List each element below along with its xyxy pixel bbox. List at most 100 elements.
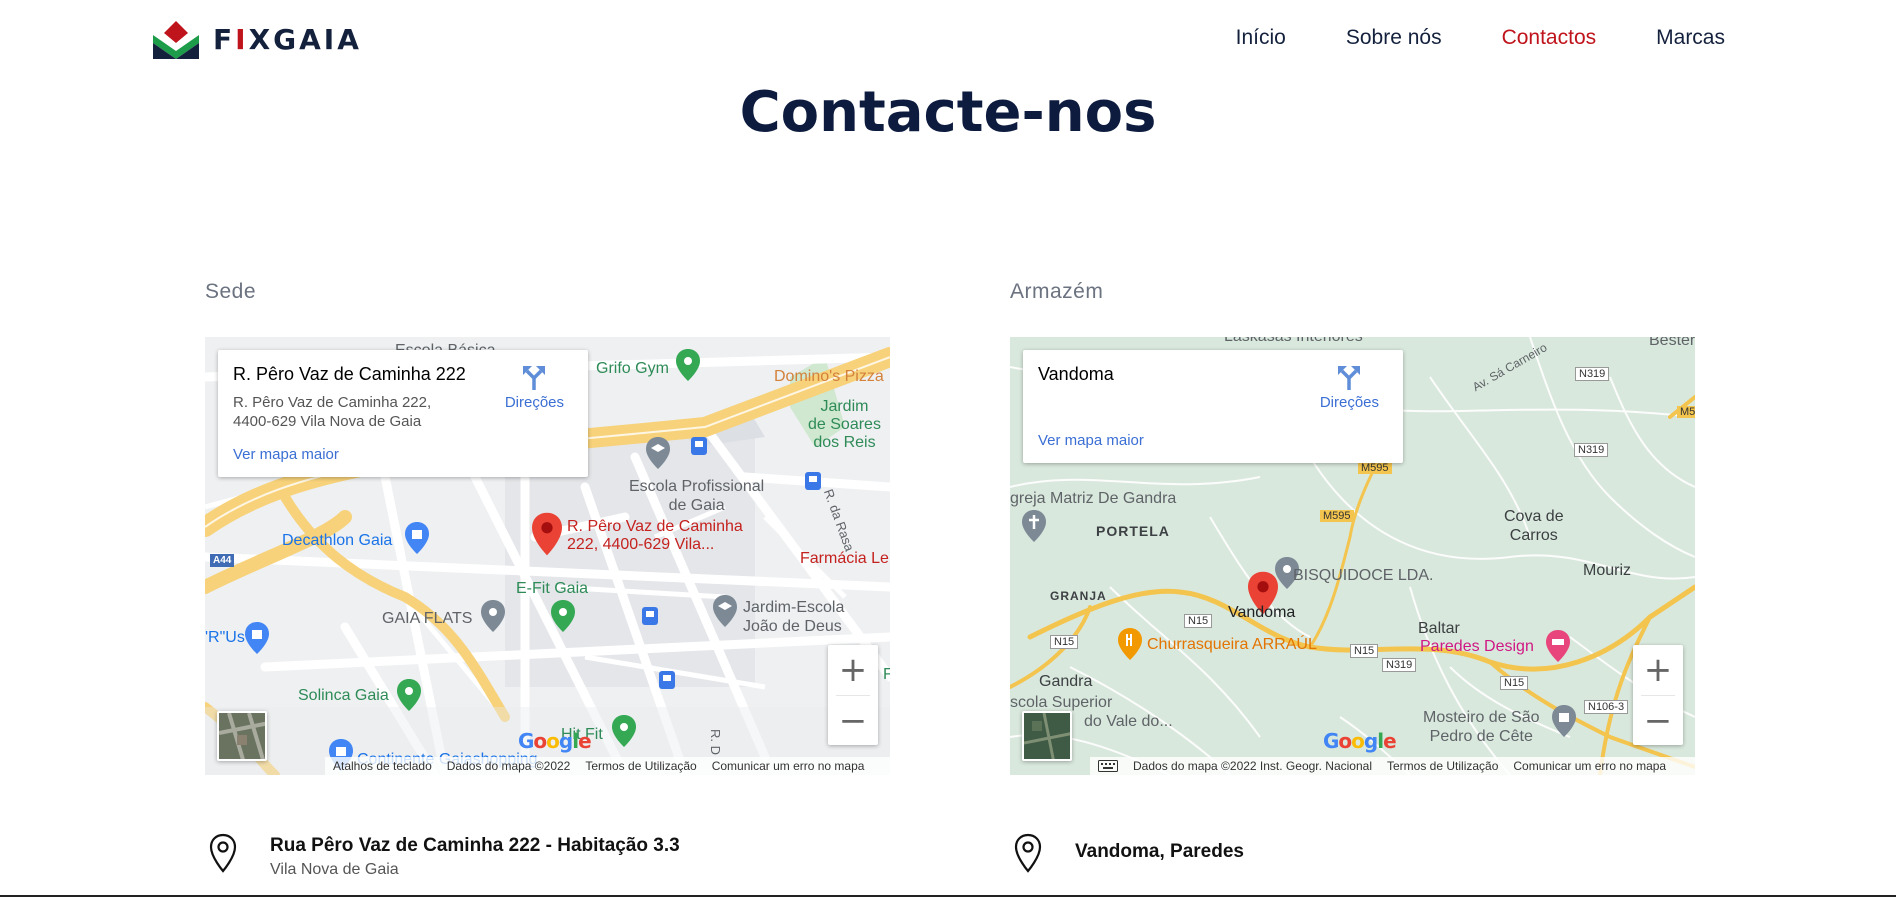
area-mouriz: Mouriz (1583, 562, 1632, 579)
sede-label: Sede (205, 280, 257, 303)
place-f-edge[interactable]: F (883, 666, 890, 684)
zoom-in-button[interactable]: + (828, 645, 878, 695)
logo-wordmark: FIXGAIA (213, 22, 362, 56)
bus-stop-icon[interactable] (659, 671, 675, 689)
zoom-out-button[interactable]: − (1633, 696, 1683, 746)
place-decathlon[interactable]: Decathlon Gaia (282, 532, 392, 550)
bus-stop-icon[interactable] (642, 607, 658, 625)
restaurant-pin-icon[interactable] (1118, 628, 1142, 660)
nav-marcas[interactable]: Marcas (1656, 26, 1725, 50)
road-n15-a: N15 (1184, 614, 1213, 628)
sede-map[interactable]: Escola Básica Grifo Gym Domino's Pizza J… (205, 337, 890, 775)
monument-pin-icon[interactable] (1552, 705, 1576, 737)
street-r-d: R. D (708, 729, 723, 755)
gym-pin-icon[interactable] (676, 349, 700, 381)
bus-stop-icon[interactable] (691, 437, 707, 455)
nav-inicio[interactable]: Início (1236, 26, 1286, 50)
zoom-out-button[interactable]: − (828, 696, 878, 746)
place-jardim-escola[interactable]: Jardim-Escola João de Deus (743, 598, 844, 636)
google-logo: Google (518, 729, 592, 753)
road-n319-b: N319 (1574, 443, 1609, 457)
bus-stop-icon[interactable] (805, 472, 821, 490)
map-data-text: Dados do mapa ©2022 Inst. Geogr. Naciona… (1133, 759, 1372, 773)
armazem-map-attribution: Dados do mapa ©2022 Inst. Geogr. Naciona… (1090, 757, 1695, 775)
armazem-address-main: Vandoma, Paredes (1075, 841, 1244, 862)
marker-label[interactable]: R. Pêro Vaz de Caminha 222, 4400-629 Vila… (567, 518, 743, 554)
area-cova-de-carros: Cova de Carros (1504, 508, 1564, 544)
place-rus[interactable]: 'R"Us (205, 629, 245, 647)
sede-info-card: R. Pêro Vaz de Caminha 222 R. Pêro Vaz d… (218, 350, 588, 477)
sede-zoom-controls: + − (828, 645, 878, 745)
armazem-zoom-controls: + − (1633, 645, 1683, 745)
shop-pin-icon[interactable] (405, 522, 429, 554)
school-pin-icon[interactable] (713, 595, 737, 627)
larger-map-link[interactable]: Ver mapa maior (233, 446, 339, 463)
place-grifo-gym[interactable]: Grifo Gym (596, 360, 669, 378)
area-granja: GRANJA (1050, 589, 1107, 603)
place-efit[interactable]: E-Fit Gaia (516, 580, 588, 598)
google-logo: Google (1323, 729, 1397, 753)
keyboard-icon[interactable] (1098, 760, 1118, 772)
directions-icon (523, 366, 546, 390)
place-bisquidoce[interactable]: BISQUIDOCE LDA. (1293, 567, 1433, 585)
church-pin-icon[interactable] (1022, 510, 1046, 542)
sede-address: Rua Pêro Vaz de Caminha 222 - Habitação … (208, 833, 680, 879)
area-baltar: Baltar (1418, 620, 1460, 637)
satellite-thumbnail-icon (1024, 713, 1070, 759)
road-n106-3: N106-3 (1584, 700, 1629, 714)
gym-pin-icon[interactable] (551, 600, 575, 632)
place-farmacia[interactable]: Farmácia Le (800, 550, 889, 568)
place-paredes-design[interactable]: Paredes Design (1420, 638, 1534, 656)
hotel-pin-icon[interactable] (481, 600, 505, 632)
terms-link[interactable]: Termos de Utilização (1387, 759, 1498, 773)
page-title: Contacte-nos (739, 80, 1157, 145)
fixgaia-logo[interactable]: FIXGAIA (151, 19, 362, 59)
main-nav: Início Sobre nós Contactos Marcas (1236, 26, 1725, 50)
directions-button[interactable]: Direções (505, 364, 564, 411)
armazem-address: Vandoma, Paredes (1013, 833, 1244, 873)
sede-map-attribution: Atalhos de teclado Dados do mapa ©2022 T… (325, 757, 890, 775)
location-pin-icon (1014, 833, 1042, 873)
gym-pin-icon[interactable] (612, 715, 636, 747)
larger-map-link[interactable]: Ver mapa maior (1038, 432, 1144, 449)
marker-label-vandoma[interactable]: Vandoma (1228, 604, 1295, 622)
road-n15-c: N15 (1350, 644, 1379, 658)
place-mosteiro[interactable]: Mosteiro de São Pedro de Cête (1423, 708, 1540, 746)
place-dominos[interactable]: Domino's Pizza (774, 368, 884, 386)
terms-link[interactable]: Termos de Utilização (585, 759, 696, 773)
zoom-in-button[interactable]: + (1633, 645, 1683, 695)
shop-pin-icon[interactable] (1546, 630, 1570, 662)
place-bester[interactable]: Bester (1649, 337, 1695, 350)
place-solinca[interactable]: Solinca Gaia (298, 687, 389, 705)
road-m595-a: M595 (1358, 462, 1392, 474)
directions-icon (1338, 366, 1361, 390)
report-error-link[interactable]: Comunicar um erro no mapa (712, 759, 865, 773)
location-marker-icon[interactable] (532, 512, 562, 556)
keyboard-shortcuts-link[interactable]: Atalhos de teclado (333, 759, 432, 773)
area-gandra: Gandra (1039, 673, 1093, 690)
site-header: FIXGAIA Início Sobre nós Contactos Marca… (0, 0, 1896, 80)
directions-button[interactable]: Direções (1320, 364, 1379, 411)
road-n15-d: N15 (1500, 676, 1529, 690)
place-laskasas[interactable]: Laskasas Interiores (1224, 337, 1363, 346)
report-error-link[interactable]: Comunicar um erro no mapa (1513, 759, 1666, 773)
card-address: R. Pêro Vaz de Caminha 222, 4400-629 Vil… (233, 394, 432, 430)
school-pin-icon[interactable] (646, 437, 670, 469)
armazem-info-card: Vandoma Ver mapa maior Direções (1023, 350, 1403, 463)
place-igreja-matriz[interactable]: greja Matriz De Gandra (1010, 490, 1176, 508)
place-escola-profissional[interactable]: Escola Profissional de Gaia (629, 477, 764, 515)
place-jardim-soares[interactable]: Jardim de Soares dos Reis (808, 398, 881, 452)
area-portela: PORTELA (1096, 523, 1170, 539)
nav-contactos[interactable]: Contactos (1502, 26, 1597, 50)
gym-pin-icon[interactable] (397, 679, 421, 711)
nav-sobre-nos[interactable]: Sobre nós (1346, 26, 1442, 50)
place-gaia-flats[interactable]: GAIA FLATS (382, 610, 472, 628)
shop-pin-icon[interactable] (245, 622, 269, 654)
road-n15-b: N15 (1050, 635, 1079, 649)
road-m5: M5 (1677, 406, 1695, 418)
place-churrasqueira[interactable]: Churrasqueira ARRAÚL (1147, 636, 1317, 654)
satellite-toggle[interactable] (1022, 711, 1072, 761)
sede-address-main: Rua Pêro Vaz de Caminha 222 - Habitação … (270, 835, 680, 856)
satellite-toggle[interactable] (217, 711, 267, 761)
armazem-map[interactable]: Laskasas Interiores Bester Av. Sá Carnei… (1010, 337, 1695, 775)
